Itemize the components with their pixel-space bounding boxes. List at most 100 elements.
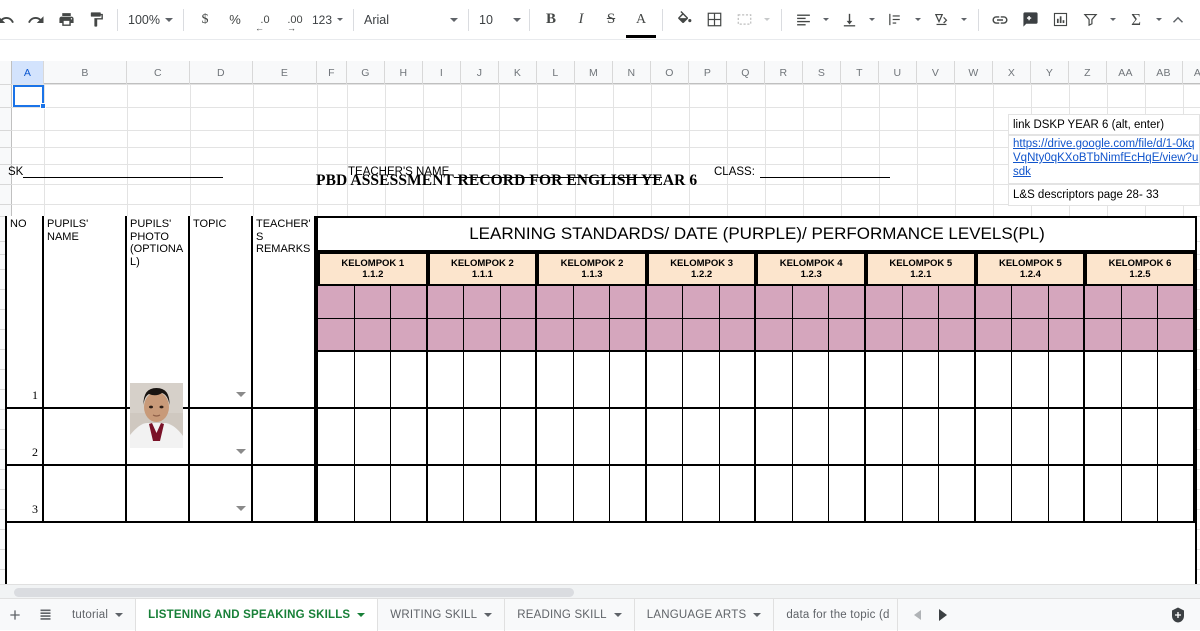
column-header-w[interactable]: W: [955, 61, 993, 84]
field-class-blank[interactable]: [759, 177, 890, 178]
purple-date-cell[interactable]: [354, 319, 392, 352]
insert-link-icon[interactable]: [986, 6, 1014, 34]
vertical-align-dropdown-icon[interactable]: [865, 6, 879, 34]
assessment-cell[interactable]: [1048, 409, 1086, 466]
column-header-t[interactable]: T: [841, 61, 879, 84]
purple-date-cell[interactable]: [1121, 286, 1159, 319]
italic-icon[interactable]: I: [567, 6, 595, 34]
column-header-y[interactable]: Y: [1031, 61, 1069, 84]
assessment-cell[interactable]: [391, 466, 428, 523]
purple-date-cell[interactable]: [1121, 319, 1159, 352]
selected-cell-a1[interactable]: [13, 85, 46, 109]
column-header-x[interactable]: X: [993, 61, 1031, 84]
assessment-cell[interactable]: [1158, 409, 1195, 466]
number-format-control[interactable]: 123: [310, 6, 347, 34]
assessment-cell[interactable]: [1121, 466, 1159, 523]
merge-dropdown-icon[interactable]: [760, 6, 774, 34]
column-header-h[interactable]: H: [385, 61, 423, 84]
table-row[interactable]: [5, 466, 44, 523]
pupil-photo[interactable]: [130, 383, 183, 448]
assessment-cell[interactable]: [975, 352, 1013, 409]
assessment-cell[interactable]: [866, 409, 903, 466]
assessment-cell[interactable]: [537, 352, 574, 409]
assessment-cell[interactable]: [391, 352, 428, 409]
assessment-cell[interactable]: [756, 466, 793, 523]
column-header-j[interactable]: J: [461, 61, 499, 84]
column-header-i[interactable]: I: [423, 61, 461, 84]
assessment-cell[interactable]: [646, 352, 684, 409]
assessment-cell[interactable]: [318, 409, 355, 466]
prev-sheet-button[interactable]: [904, 599, 930, 631]
purple-date-cell[interactable]: [1158, 319, 1195, 352]
text-color-icon[interactable]: A: [626, 6, 657, 38]
purple-date-cell[interactable]: [683, 286, 720, 319]
collapse-toolbar-button[interactable]: [1166, 8, 1190, 32]
assessment-cell[interactable]: [537, 409, 574, 466]
text-wrapping-dropdown-icon[interactable]: [911, 6, 925, 34]
sheet-tab-4[interactable]: LANGUAGE ARTS: [635, 598, 775, 631]
table-row[interactable]: [190, 409, 253, 466]
assessment-cell[interactable]: [500, 409, 538, 466]
sheet-tab-2[interactable]: WRITING SKILL: [378, 598, 506, 631]
assessment-cell[interactable]: [1085, 466, 1122, 523]
paint-format-icon[interactable]: [82, 6, 110, 34]
assessment-cell[interactable]: [719, 409, 757, 466]
purple-date-cell[interactable]: [318, 286, 355, 319]
table-row[interactable]: [253, 409, 316, 466]
assessment-cell[interactable]: [1012, 466, 1049, 523]
purple-date-cell[interactable]: [646, 319, 684, 352]
purple-date-cell[interactable]: [646, 286, 684, 319]
assessment-cell[interactable]: [500, 466, 538, 523]
column-header-e[interactable]: E: [253, 61, 317, 84]
assessment-cell[interactable]: [1121, 352, 1159, 409]
assessment-cell[interactable]: [1158, 466, 1195, 523]
assessment-cell[interactable]: [902, 352, 940, 409]
assessment-cell[interactable]: [610, 409, 647, 466]
horizontal-scroll-thumb[interactable]: [14, 588, 574, 597]
zoom-control[interactable]: 100%: [124, 6, 177, 34]
table-row[interactable]: [5, 352, 44, 409]
assessment-cell[interactable]: [573, 409, 611, 466]
column-header-m[interactable]: M: [575, 61, 613, 84]
assessment-cell[interactable]: [318, 466, 355, 523]
text-wrapping-icon[interactable]: [881, 6, 909, 34]
currency-format-icon[interactable]: $: [191, 6, 219, 34]
chevron-down-icon[interactable]: [613, 612, 622, 617]
purple-date-cell[interactable]: [537, 319, 574, 352]
assessment-cell[interactable]: [829, 466, 866, 523]
all-sheets-icon[interactable]: [30, 599, 60, 631]
purple-date-cell[interactable]: [829, 319, 866, 352]
text-rotation-dropdown-icon[interactable]: [957, 6, 971, 34]
purple-date-cell[interactable]: [756, 286, 793, 319]
assessment-cell[interactable]: [719, 466, 757, 523]
text-rotation-icon[interactable]: [927, 6, 955, 34]
undo-icon[interactable]: [0, 6, 20, 34]
dskp-link-line2[interactable]: VqNty0qKXoBTbNimfEcHqE/view?u: [1013, 151, 1200, 165]
purple-date-cell[interactable]: [1012, 286, 1049, 319]
purple-date-cell[interactable]: [792, 286, 830, 319]
insert-comment-icon[interactable]: [1016, 6, 1044, 34]
assessment-cell[interactable]: [354, 409, 392, 466]
purple-date-cell[interactable]: [756, 319, 793, 352]
assessment-cell[interactable]: [573, 466, 611, 523]
table-row[interactable]: [190, 466, 253, 523]
assessment-cell[interactable]: [1085, 409, 1122, 466]
column-header-u[interactable]: U: [879, 61, 917, 84]
column-header-g[interactable]: G: [347, 61, 385, 84]
assessment-cell[interactable]: [464, 352, 501, 409]
assessment-cell[interactable]: [610, 466, 647, 523]
assessment-cell[interactable]: [500, 352, 538, 409]
bold-icon[interactable]: B: [537, 6, 565, 34]
redo-icon[interactable]: [22, 6, 50, 34]
assessment-cell[interactable]: [683, 409, 720, 466]
assessment-cell[interactable]: [354, 352, 392, 409]
chevron-down-icon[interactable]: [753, 612, 762, 617]
assessment-cell[interactable]: [939, 352, 976, 409]
assessment-cell[interactable]: [1012, 352, 1049, 409]
assessment-cell[interactable]: [1085, 352, 1122, 409]
purple-date-cell[interactable]: [829, 286, 866, 319]
assessment-cell[interactable]: [939, 409, 976, 466]
purple-date-cell[interactable]: [939, 286, 976, 319]
purple-date-cell[interactable]: [573, 319, 611, 352]
next-sheet-button[interactable]: [930, 599, 956, 631]
